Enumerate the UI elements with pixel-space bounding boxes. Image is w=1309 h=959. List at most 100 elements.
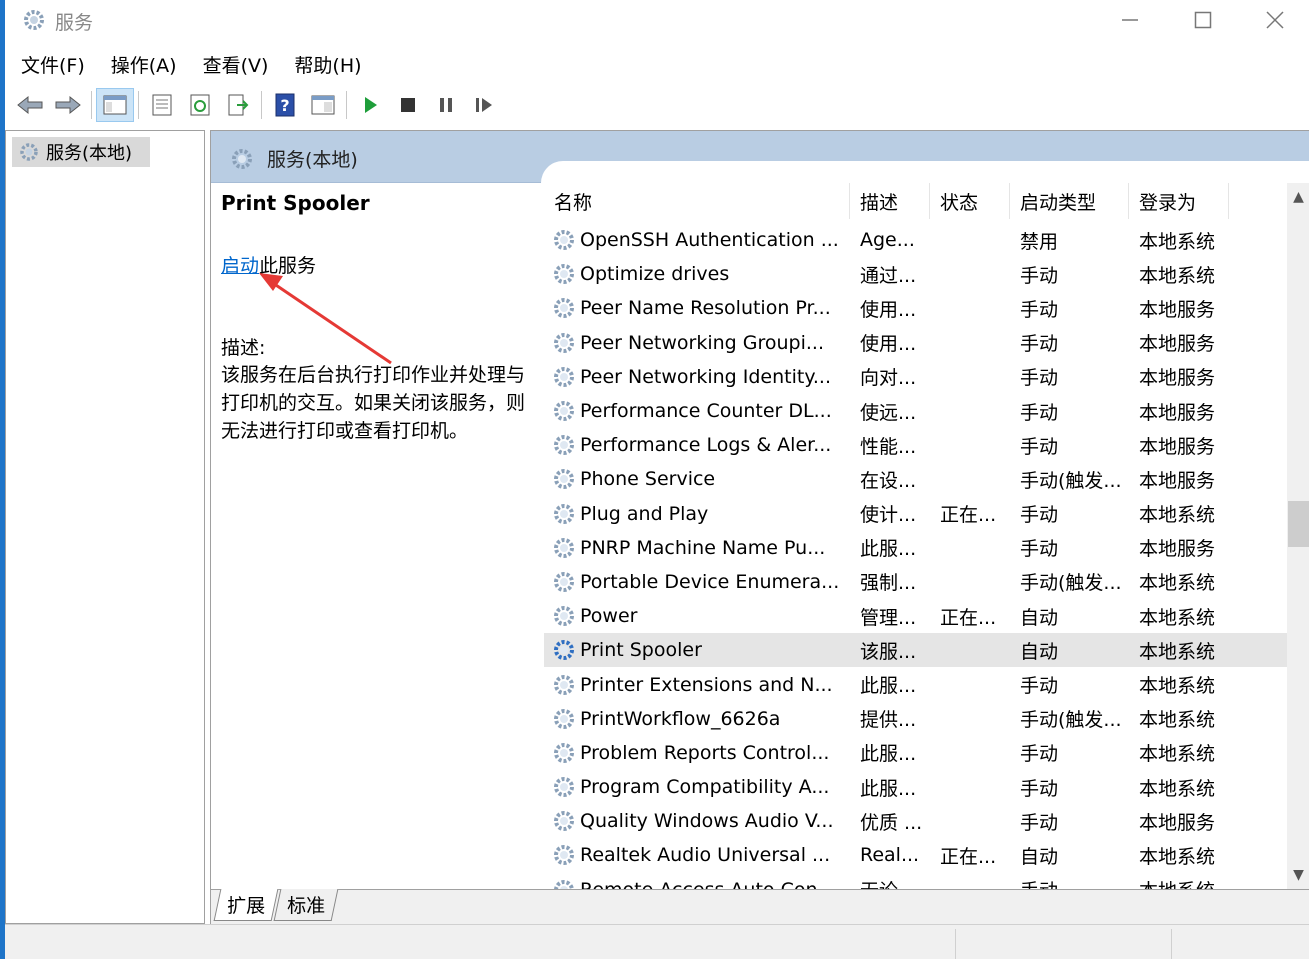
maximize-button[interactable] [1168,0,1238,40]
service-name-cell: OpenSSH Authentication ... [544,228,850,252]
service-name-cell: Performance Logs & Aler... [544,433,850,457]
service-name: Peer Name Resolution Pr... [580,297,831,320]
service-description-cell: 该服... [860,640,917,663]
menu-file[interactable]: 文件(F) [21,49,85,80]
service-description-cell: 在设... [860,469,917,492]
service-gear-icon [554,674,574,695]
service-name: Performance Counter DL... [580,400,832,423]
service-row[interactable]: Portable Device Enumera... 强制... 手动(触发... 本… [544,565,1288,599]
service-row[interactable]: Realtek Audio Universal ... Real... 正在... 自… [544,838,1288,872]
tab-standard[interactable]: 标准 [273,889,339,921]
export-button[interactable] [219,88,257,122]
service-startup-cell: 手动 [1010,876,1129,889]
service-name: Power [580,605,638,628]
column-header-status[interactable]: 状态 [930,183,1010,219]
column-header-startup-type[interactable]: 启动类型 [1010,183,1129,219]
pause-service-button[interactable] [427,88,465,122]
service-row[interactable]: PrintWorkflow_6626a 提供... 手动(触发... 本地系统 [544,702,1288,736]
service-row[interactable]: Performance Logs & Aler... 性能... 手动 本地服务 [544,428,1288,462]
status-bar [5,924,1309,959]
service-name-cell: Realtek Audio Universal ... [544,843,850,867]
service-row[interactable]: Peer Name Resolution Pr... 使用... 手动 本地服务 [544,291,1288,325]
back-button[interactable] [11,88,49,122]
pause-service-icon [440,98,452,112]
properties-button[interactable] [143,88,181,122]
column-header-name[interactable]: 名称 ^ [544,183,850,219]
service-row[interactable]: Optimize drives 通过... 手动 本地系统 [544,257,1288,291]
service-gear-icon [554,469,574,490]
service-row[interactable]: Remote Access Auto Con... 无论... 手动本地系统 [544,873,1288,889]
menu-help[interactable]: 帮助(H) [294,49,361,80]
minimize-button[interactable] [1095,0,1165,40]
service-gear-icon [554,435,574,456]
selected-service-name: Print Spooler [221,191,370,215]
service-row[interactable]: Plug and Play 使计... 正在... 手动 本地系统 [544,497,1288,531]
vertical-scrollbar[interactable]: ▲ ▼ [1287,183,1309,889]
scroll-thumb[interactable] [1288,501,1309,547]
resume-service-button[interactable] [465,88,503,122]
service-gear-icon [554,742,574,763]
service-name-cell: PrintWorkflow_6626a [544,707,850,731]
service-name-cell: Portable Device Enumera... [544,570,850,594]
scroll-up-icon[interactable]: ▲ [1287,183,1309,211]
service-row[interactable]: Program Compatibility A... 此服... 手动 本地系统 [544,770,1288,804]
service-logon-cell: 本地服务 [1139,401,1216,424]
services-gear-icon [232,148,252,169]
stop-service-button[interactable] [389,88,427,122]
service-description-cell: 此服... [860,675,917,698]
service-row[interactable]: Print Spooler 该服... 自动 本地系统 [544,633,1288,668]
service-row[interactable]: Phone Service 在设... 手动(触发... 本地服务 [544,462,1288,496]
menu-action[interactable]: 操作(A) [111,49,177,80]
content-header-title: 服务(本地) [267,149,358,171]
console-tree-icon [103,95,127,115]
service-status-cell: 正在... [940,845,997,868]
service-name: Print Spooler [580,639,702,662]
service-name-cell: PNRP Machine Name Pu... [544,536,850,560]
service-startup-cell: 手动 [1020,811,1059,834]
help-button[interactable]: ? [266,88,304,122]
console-tree-button[interactable] [96,88,134,122]
service-row[interactable]: Problem Reports Control... 此服... 手动 本地系统 [544,736,1288,770]
service-startup-cell: 手动 [1020,435,1059,458]
forward-button[interactable] [49,88,87,122]
service-row[interactable]: Peer Networking Groupi... 使用... 手动 本地服务 [544,326,1288,360]
scroll-down-icon[interactable]: ▼ [1287,861,1309,889]
content-pane: 服务(本地) Print Spooler 启动此服务 描述: 该服务在后台执行打… [210,130,1309,925]
service-description-cell: Age... [860,229,915,252]
service-name: Program Compatibility A... [580,776,830,799]
tree-item-services-local[interactable]: 服务(本地) [12,137,150,167]
start-service-link[interactable]: 启动 [221,255,259,277]
service-description-cell: 管理... [860,606,917,629]
service-name: Phone Service [580,468,716,491]
service-name: Portable Device Enumera... [580,570,840,593]
service-row[interactable]: Peer Networking Identity... 向对... 手动 本地服务 [544,360,1288,394]
service-gear-icon [554,298,574,319]
service-row[interactable]: OpenSSH Authentication ... Age... 禁用 本地系统 [544,223,1288,257]
close-button[interactable] [1240,0,1309,40]
service-name-cell: Plug and Play [544,502,850,526]
start-service-button[interactable] [351,88,389,122]
service-row[interactable]: Performance Counter DL... 使远... 手动 本地服务 [544,394,1288,428]
service-row[interactable]: Quality Windows Audio V... 优质 ... 手动 本地服务 [544,804,1288,838]
window-title: 服务 [55,12,94,34]
service-name-cell: Peer Name Resolution Pr... [544,296,850,320]
service-startup-cell: 自动 [1020,640,1059,663]
service-description: 该服务在后台执行打印作业并处理与打印机的交互。如果关闭该服务，则无法进行打印或查… [221,364,526,442]
service-gear-icon [554,640,574,661]
menu-view[interactable]: 查看(V) [203,49,269,80]
service-row[interactable]: Printer Extensions and N... 此服... 手动 本地系统 [544,667,1288,701]
service-row[interactable]: PNRP Machine Name Pu... 此服... 手动 本地服务 [544,531,1288,565]
service-description-cell: 无论... [850,876,930,889]
service-name-cell: Peer Networking Identity... [544,365,850,389]
service-name-cell: Power [544,604,850,628]
service-gear-icon [554,230,574,251]
refresh-button[interactable] [181,88,219,122]
column-header-description[interactable]: 描述 [850,183,930,219]
view-button[interactable] [304,88,342,122]
service-row[interactable]: Power 管理... 正在... 自动 本地系统 [544,599,1288,633]
service-description-cell: 提供... [860,709,917,732]
service-startup-cell: 手动 [1020,777,1059,800]
column-header-logon-as[interactable]: 登录为 [1129,183,1229,219]
tab-extended[interactable]: 扩展 [213,889,279,921]
properties-icon [152,94,172,116]
